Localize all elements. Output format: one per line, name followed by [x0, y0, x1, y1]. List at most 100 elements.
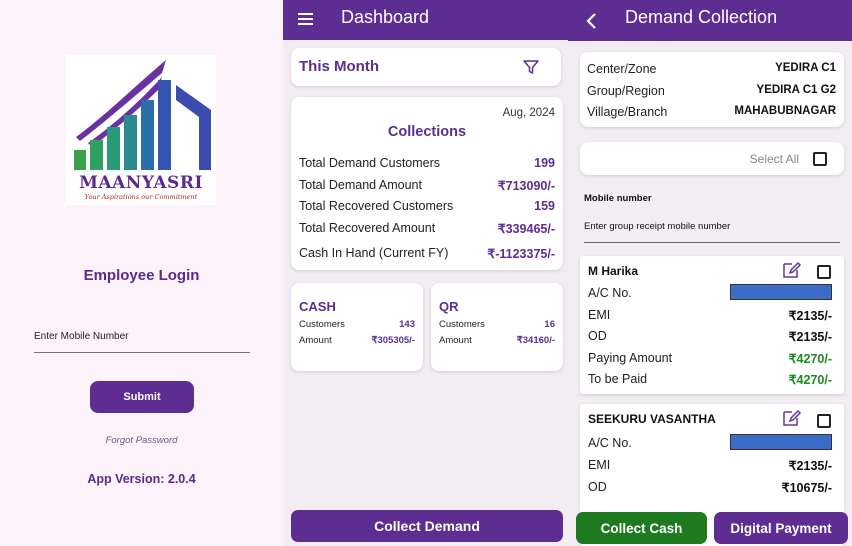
collections-row: Total Recovered Amount ₹339465/-	[299, 221, 555, 236]
customer-checkbox[interactable]	[817, 265, 831, 279]
maanyasri-logo: MAANYASRI Your Aspirations our Commitmen…	[66, 55, 216, 205]
row-value: 199	[534, 156, 555, 170]
row-label: Total Recovered Amount	[299, 221, 436, 235]
forgot-password-link[interactable]: Forgot Password	[0, 435, 283, 446]
row-label: Total Recovered Customers	[299, 199, 454, 213]
dashboard-appbar: Dashboard	[283, 0, 568, 40]
collections-title: Collections	[387, 124, 467, 140]
submit-button[interactable]: Submit	[90, 381, 194, 413]
logo-name: MAANYASRI	[79, 173, 203, 193]
cash-amount-row: Amount ₹305305/-	[299, 335, 415, 346]
row-value: ₹-1123375/-	[487, 247, 555, 261]
row-label: Paying Amount	[588, 351, 673, 365]
row-label: OD	[588, 329, 607, 343]
row-value: ₹305305/-	[371, 335, 415, 346]
emi-row: EMI ₹2135/-	[588, 308, 832, 323]
row-label: A/C No.	[588, 436, 632, 450]
row-label: EMI	[588, 308, 611, 322]
mobile-number-label: Mobile number	[584, 193, 652, 204]
row-label: Amount	[439, 335, 472, 346]
login-screen: MAANYASRI Your Aspirations our Commitmen…	[0, 0, 283, 546]
row-label: Customers	[299, 319, 345, 330]
row-label: Total Demand Amount	[299, 178, 422, 192]
info-row: Village/Branch MAHABUBNAGAR	[587, 105, 836, 119]
row-value: ₹339465/-	[497, 222, 555, 236]
collections-row: Total Demand Amount ₹713090/-	[299, 178, 555, 193]
row-value: ₹2135/-	[788, 309, 832, 323]
row-value: MAHABUBNAGAR	[734, 105, 836, 117]
to-be-paid-row: To be Paid ₹4270/-	[588, 372, 832, 387]
collections-row: Total Demand Customers 199	[299, 156, 555, 170]
row-value: ₹2135/-	[788, 330, 832, 344]
app-version: App Version: 2.0.4	[87, 472, 196, 486]
back-arrow-icon[interactable]	[585, 13, 597, 34]
collections-row: Total Recovered Customers 159	[299, 199, 555, 213]
row-value: 16	[544, 319, 555, 330]
customer-name: M Harika	[588, 264, 639, 278]
row-label: Cash In Hand (Current FY)	[299, 246, 449, 260]
demand-appbar: Demand Collection	[568, 0, 852, 41]
collections-date: Aug, 2024	[502, 107, 555, 119]
row-value: ₹2135/-	[788, 459, 832, 473]
row-value: YEDIRA C1	[775, 62, 836, 74]
row-value: ₹713090/-	[497, 179, 555, 193]
customer-card: M Harika A/C No. EMI ₹2135/- OD ₹2135/- …	[580, 256, 844, 394]
qr-customers-row: Customers 16	[439, 319, 555, 330]
location-info-card: Center/Zone YEDIRA C1 Group/Region YEDIR…	[580, 52, 844, 127]
redacted-account-number	[730, 434, 832, 450]
paying-amount-row: Paying Amount ₹4270/-	[588, 351, 832, 366]
filter-icon[interactable]	[523, 59, 539, 80]
collections-row: Cash In Hand (Current FY) ₹-1123375/-	[299, 246, 555, 261]
period-title: This Month	[299, 58, 379, 75]
od-row: OD ₹10675/-	[588, 480, 832, 495]
collections-card: Aug, 2024 Collections Total Demand Custo…	[291, 97, 563, 270]
od-row: OD ₹2135/-	[588, 329, 832, 344]
edit-icon[interactable]	[782, 409, 802, 432]
digital-payment-button[interactable]: Digital Payment	[714, 512, 848, 544]
cash-title: CASH	[299, 299, 336, 314]
select-all-checkbox[interactable]	[813, 152, 827, 166]
row-label: A/C No.	[588, 286, 632, 300]
row-label: Amount	[299, 335, 332, 346]
cash-card: CASH Customers 143 Amount ₹305305/-	[291, 283, 423, 371]
row-value: 143	[399, 319, 415, 330]
row-value: ₹34160/-	[516, 335, 555, 346]
qr-amount-row: Amount ₹34160/-	[439, 335, 555, 346]
select-all-label: Select All	[749, 152, 799, 166]
edit-icon[interactable]	[782, 261, 802, 284]
qr-card: QR Customers 16 Amount ₹34160/-	[431, 283, 563, 371]
page-title: Employee Login	[83, 267, 200, 284]
menu-icon[interactable]	[298, 13, 313, 25]
period-card: This Month	[291, 48, 561, 86]
row-value: 159	[534, 199, 555, 213]
emi-row: EMI ₹2135/-	[588, 458, 832, 473]
qr-title: QR	[439, 299, 459, 314]
row-value: ₹4270/-	[788, 373, 832, 387]
row-value: ₹10675/-	[781, 481, 832, 495]
row-label: To be Paid	[588, 372, 648, 386]
row-label: Group/Region	[587, 84, 665, 98]
demand-collection-screen: Demand Collection Center/Zone YEDIRA C1 …	[568, 0, 852, 546]
row-label: Customers	[439, 319, 485, 330]
info-row: Center/Zone YEDIRA C1	[587, 62, 836, 76]
select-all-card: Select All	[580, 142, 844, 175]
collect-demand-button[interactable]: Collect Demand	[291, 510, 563, 542]
row-label: OD	[588, 480, 607, 494]
collect-cash-button[interactable]: Collect Cash	[576, 512, 707, 544]
mobile-number-field[interactable]: Enter Mobile Number	[34, 331, 128, 342]
row-label: Village/Branch	[587, 105, 668, 119]
customer-checkbox[interactable]	[817, 414, 831, 428]
customer-name: SEEKURU VASANTHA	[588, 412, 716, 426]
row-value: ₹4270/-	[788, 352, 832, 366]
row-label: EMI	[588, 458, 611, 472]
appbar-title: Dashboard	[341, 7, 430, 27]
mobile-input-underline	[584, 242, 840, 243]
row-value: YEDIRA C1 G2	[756, 84, 836, 96]
mobile-field-underline	[34, 352, 250, 353]
info-row: Group/Region YEDIRA C1 G2	[587, 84, 836, 98]
row-label: Center/Zone	[587, 62, 657, 76]
dashboard-screen: Dashboard This Month Aug, 2024 Collectio…	[283, 0, 568, 546]
logo-tagline: Your Aspirations our Commitment	[84, 193, 198, 201]
receipt-mobile-input[interactable]: Enter group receipt mobile number	[584, 221, 730, 232]
cash-customers-row: Customers 143	[299, 319, 415, 330]
